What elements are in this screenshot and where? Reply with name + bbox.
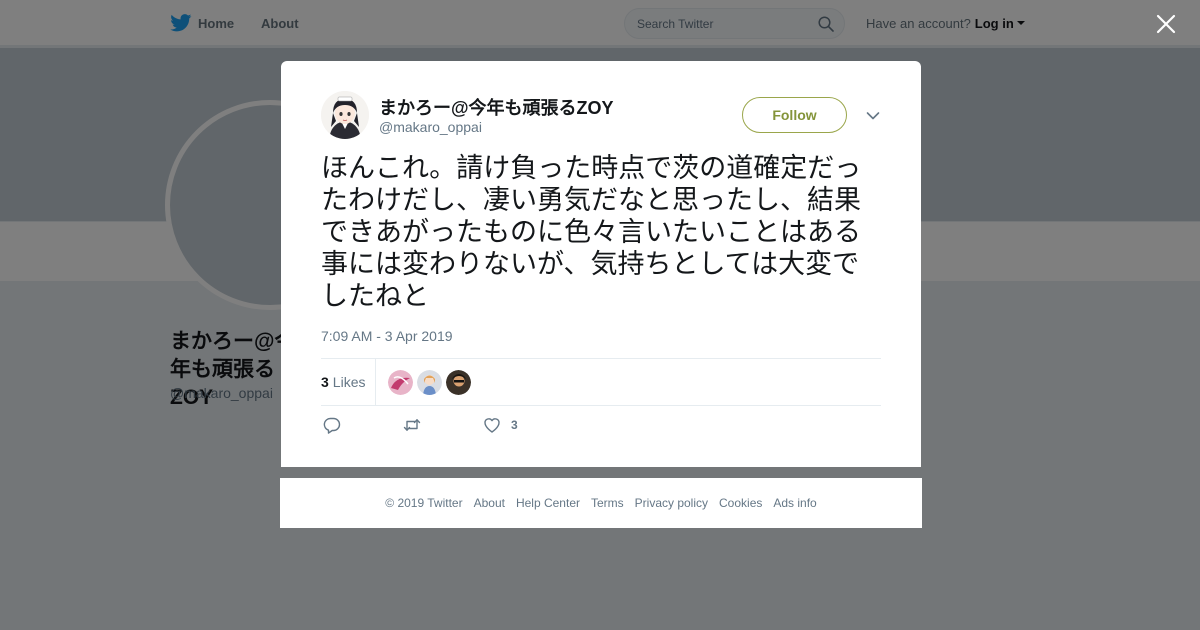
like-action-count: 3 [511,418,518,432]
reply-button[interactable] [323,416,341,434]
follow-button[interactable]: Follow [742,97,847,133]
tweet-stats: 3 Likes [321,358,881,406]
tweet-author-name[interactable]: まかろー@今年も頑張るZOY [379,94,614,120]
footer-link-cookies[interactable]: Cookies [719,496,762,510]
tweet-timestamp[interactable]: 7:09 AM - 3 Apr 2019 [321,328,453,344]
liker-avatar[interactable] [388,370,413,395]
tweet-text: ほんこれ。請け負った時点で茨の道確定だったわけだし、凄い勇気だなと思ったし、結果… [321,153,862,312]
tweet-author-handle[interactable]: @makaro_oppai [379,119,482,135]
avatar-image [321,91,369,139]
liker-avatar[interactable] [446,370,471,395]
likes-count: 3 [321,374,329,390]
close-icon[interactable] [1155,13,1177,35]
footer-link-help-center[interactable]: Help Center [516,496,580,510]
footer-link-terms[interactable]: Terms [591,496,624,510]
reply-icon [323,417,341,434]
footer-link-ads-info[interactable]: Ads info [773,496,816,510]
footer-link-privacy[interactable]: Privacy policy [635,496,708,510]
footer-copyright: © 2019 Twitter [385,496,463,510]
liker-avatar[interactable] [417,370,442,395]
likes-stat[interactable]: 3 Likes [321,359,377,405]
avatar[interactable] [321,91,369,139]
like-button[interactable]: 3 [483,416,518,434]
tweet-modal: まかろー@今年も頑張るZOY @makaro_oppai Follow ほんこれ… [281,61,921,467]
footer-link-about[interactable]: About [474,496,505,510]
tweet-actions: 3 [321,416,721,440]
retweet-button[interactable] [403,416,421,434]
footer: © 2019 Twitter About Help Center Terms P… [280,478,922,528]
retweet-icon [403,419,421,431]
chevron-down-icon[interactable] [866,111,880,121]
heart-icon [484,418,500,433]
likes-label: Likes [332,374,366,390]
